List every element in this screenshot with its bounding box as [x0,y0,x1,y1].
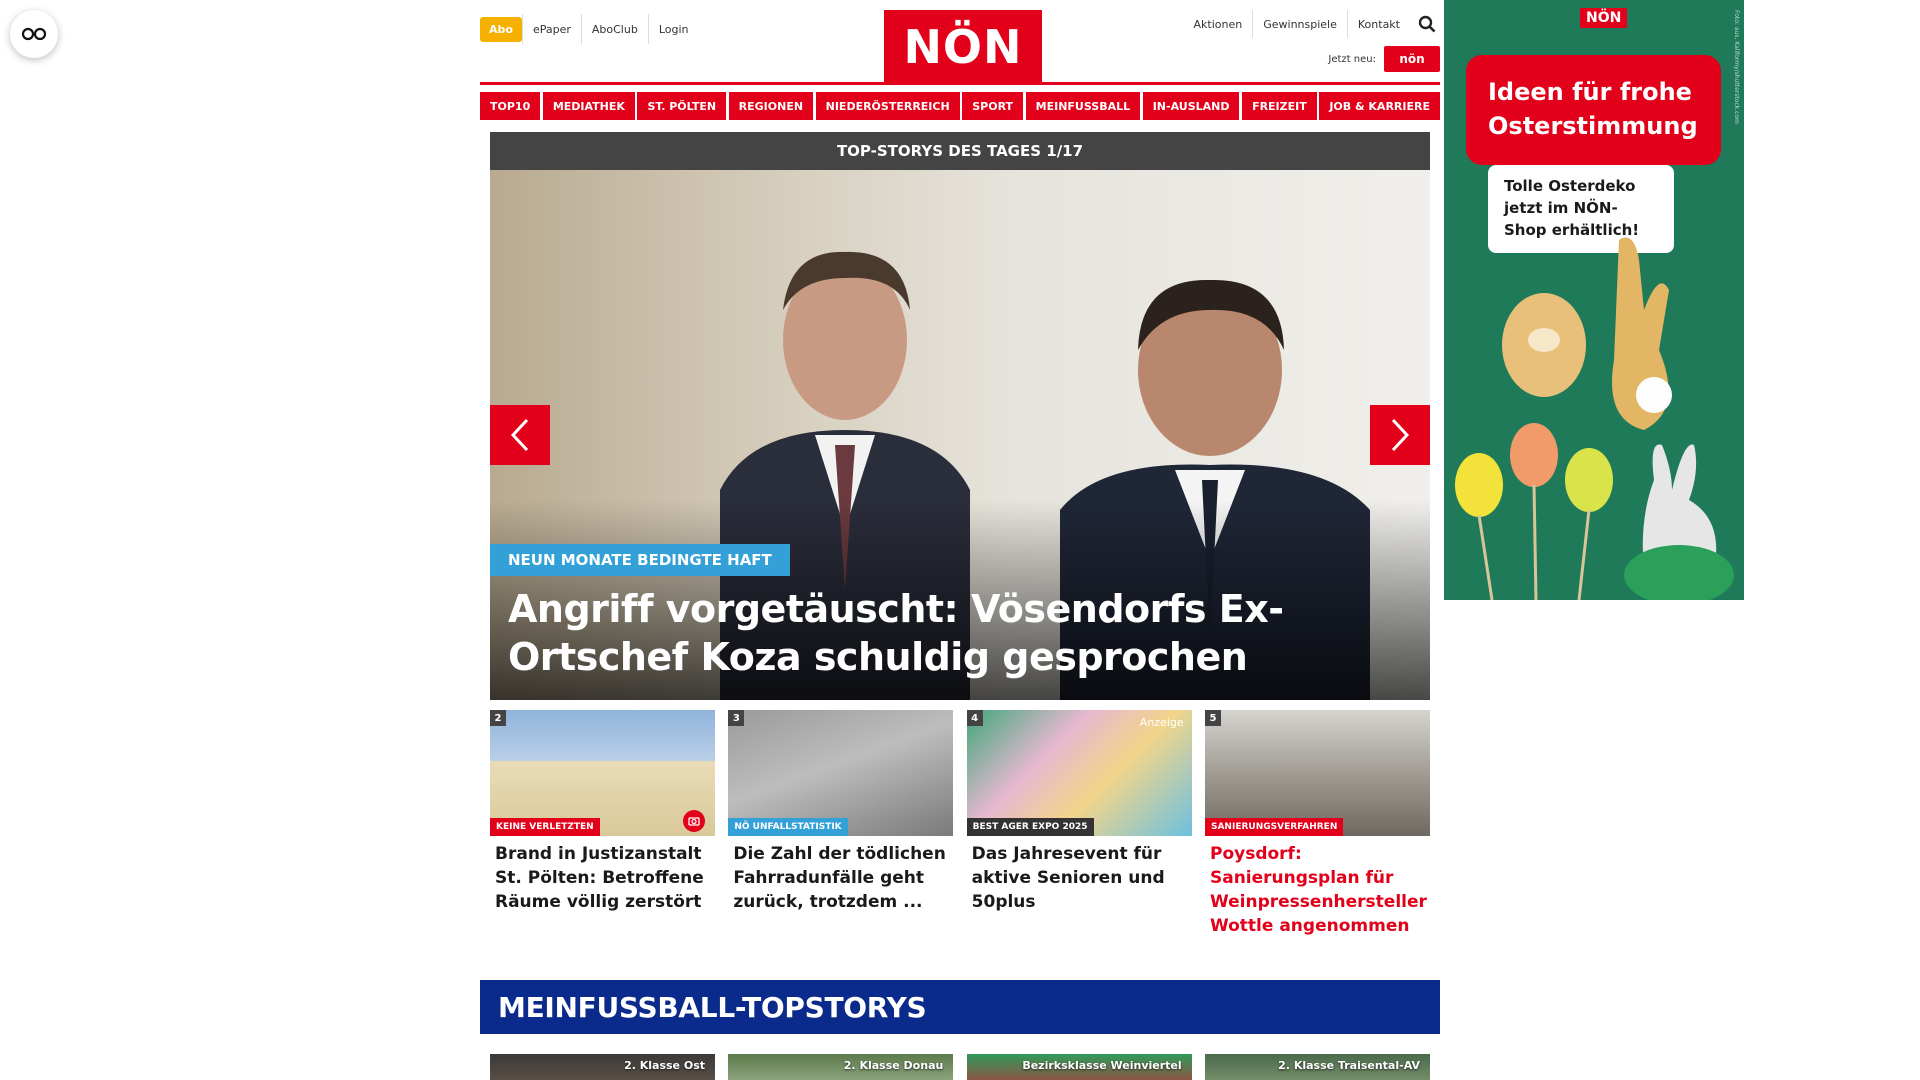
meinfussball-header[interactable]: MEINFUSSBALL-TOPSTORYS [480,980,1440,1034]
camera-icon [683,810,705,832]
aktionen-link[interactable]: Aktionen [1184,10,1253,38]
glasses-icon [21,27,47,41]
meinfussball-card[interactable]: 2. Klasse Ost [490,1054,715,1080]
story-card[interactable]: 5 SANIERUNGSVERFAHREN Poysdorf: Sanierun… [1204,710,1430,938]
story-number: 2 [490,710,506,726]
story-thumbnail[interactable]: 3 NÖ UNFALLSTATISTIK [728,710,954,836]
search-icon [1418,15,1436,33]
nav-item-meinfussball[interactable]: MEINFUSSBALL [1025,92,1141,120]
epaper-link[interactable]: ePaper [521,14,581,44]
story-title[interactable]: Poysdorf: Sanierungsplan für Weinpressen… [1210,842,1427,938]
story-card[interactable]: 2 KEINE VERLETZTEN Brand in Justizanstal… [490,710,715,938]
hero-kicker[interactable]: NEUN MONATE BEDINGTE HAFT [490,544,790,576]
story-number: 5 [1204,710,1221,726]
meinfussball-card[interactable]: 2. Klasse Traisental-AV [1204,1054,1430,1080]
chevron-right-icon [1391,418,1410,452]
abo-button[interactable]: Abo [480,16,522,42]
nav-item-job-karriere[interactable]: JOB & KARRIERE [1319,92,1440,120]
top-stories-header: TOP-STORYS DES TAGES 1/17 [490,132,1430,170]
league-label: 2. Klasse Ost [624,1059,705,1072]
top-stories: TOP-STORYS DES TAGES 1/17 NEUN MONATE BE… [490,132,1430,938]
league-label: Bezirksklasse Weinviertel [1022,1059,1182,1072]
story-title[interactable]: Brand in Justizanstalt St. Pölten: Betro… [495,842,710,914]
story-title[interactable]: Die Zahl der tödlichen Fahrradunfälle ge… [733,842,948,914]
story-title[interactable]: Das Jahresevent für aktive Senioren und … [972,842,1187,914]
nav-item-niederoesterreich[interactable]: NIEDERÖSTERREICH [815,92,960,120]
nav-item-in-ausland[interactable]: IN-AUSLAND [1142,92,1240,120]
story-kicker: BEST AGER EXPO 2025 [966,818,1094,836]
story-thumbnail[interactable]: 2 KEINE VERLETZTEN [490,710,715,836]
nav-item-top10[interactable]: TOP10 [480,92,541,120]
story-card[interactable]: 3 NÖ UNFALLSTATISTIK Die Zahl der tödlic… [728,710,954,938]
ad-logo: NÖN [1580,8,1628,28]
header-divider [480,82,1440,85]
advertisement-label: Anzeige [1139,716,1184,729]
meinfussball-card[interactable]: 2. Klasse Donau [728,1054,954,1080]
story-kicker: KEINE VERLETZTEN [490,818,600,836]
story-cards: 2 KEINE VERLETZTEN Brand in Justizanstal… [490,710,1430,938]
jetzt-neu-badge[interactable]: nön [1384,46,1440,72]
story-kicker: SANIERUNGSVERFAHREN [1204,818,1344,836]
nav-item-st-poelten[interactable]: ST. PÖLTEN [637,92,727,120]
ad-photo-credit: Foto: aus, Kaliformy/shutterstock.com [1733,10,1740,124]
story-thumbnail[interactable]: 5 SANIERUNGSVERFAHREN [1204,710,1430,836]
chevron-left-icon [510,418,529,452]
site-header: Abo ePaper AboClub Login NÖN Aktionen Ge… [480,0,1440,86]
carousel-prev-button[interactable] [490,405,550,465]
hero-headline[interactable]: Angriff vorgetäuscht: Vösendorfs Ex-Orts… [508,585,1330,681]
kontakt-link[interactable]: Kontakt [1346,10,1410,38]
nav-item-regionen[interactable]: REGIONEN [728,92,814,120]
jetzt-neu-label: Jetzt neu: [1328,53,1376,65]
hero-story[interactable]: NEUN MONATE BEDINGTE HAFT Angriff vorget… [490,170,1430,700]
story-card[interactable]: 4 Anzeige BEST AGER EXPO 2025 Das Jahres… [966,710,1192,938]
league-label: 2. Klasse Traisental-AV [1278,1059,1420,1072]
carousel-next-button[interactable] [1370,405,1430,465]
search-button[interactable] [1414,10,1440,38]
ad-headline: Ideen für frohe Osterstimmung [1466,55,1721,165]
top-links: Abo ePaper AboClub Login [480,14,699,44]
gewinnspiele-link[interactable]: Gewinnspiele [1252,10,1347,38]
right-links: Aktionen Gewinnspiele Kontakt [1184,10,1440,38]
story-number: 4 [966,710,983,726]
meinfussball-cards: 2. Klasse Ost 2. Klasse Donau Bezirkskla… [490,1054,1430,1080]
site-logo[interactable]: NÖN [884,10,1042,84]
story-number: 3 [728,710,745,726]
nav-item-sport[interactable]: SPORT [962,92,1024,120]
easter-decoration-image [1455,237,1734,600]
login-link[interactable]: Login [647,14,699,44]
meinfussball-card[interactable]: Bezirksklasse Weinviertel [966,1054,1192,1080]
league-label: 2. Klasse Donau [843,1059,944,1072]
nav-item-freizeit[interactable]: FREIZEIT [1242,92,1317,120]
story-kicker: NÖ UNFALLSTATISTIK [728,818,848,836]
story-thumbnail[interactable]: 4 Anzeige BEST AGER EXPO 2025 [966,710,1192,836]
site-container: Abo ePaper AboClub Login NÖN Aktionen Ge… [480,0,1440,1080]
main-nav: TOP10 MEDIATHEK ST. PÖLTEN REGIONEN NIED… [480,92,1440,120]
jetzt-neu: Jetzt neu: nön [1328,46,1440,72]
aboclub-link[interactable]: AboClub [580,14,648,44]
nav-item-mediathek[interactable]: MEDIATHEK [542,92,635,120]
advertisement-banner[interactable]: NÖN Foto: aus, Kaliformy/shutterstock.co… [1444,0,1744,600]
reader-toggle-button[interactable] [10,10,58,58]
